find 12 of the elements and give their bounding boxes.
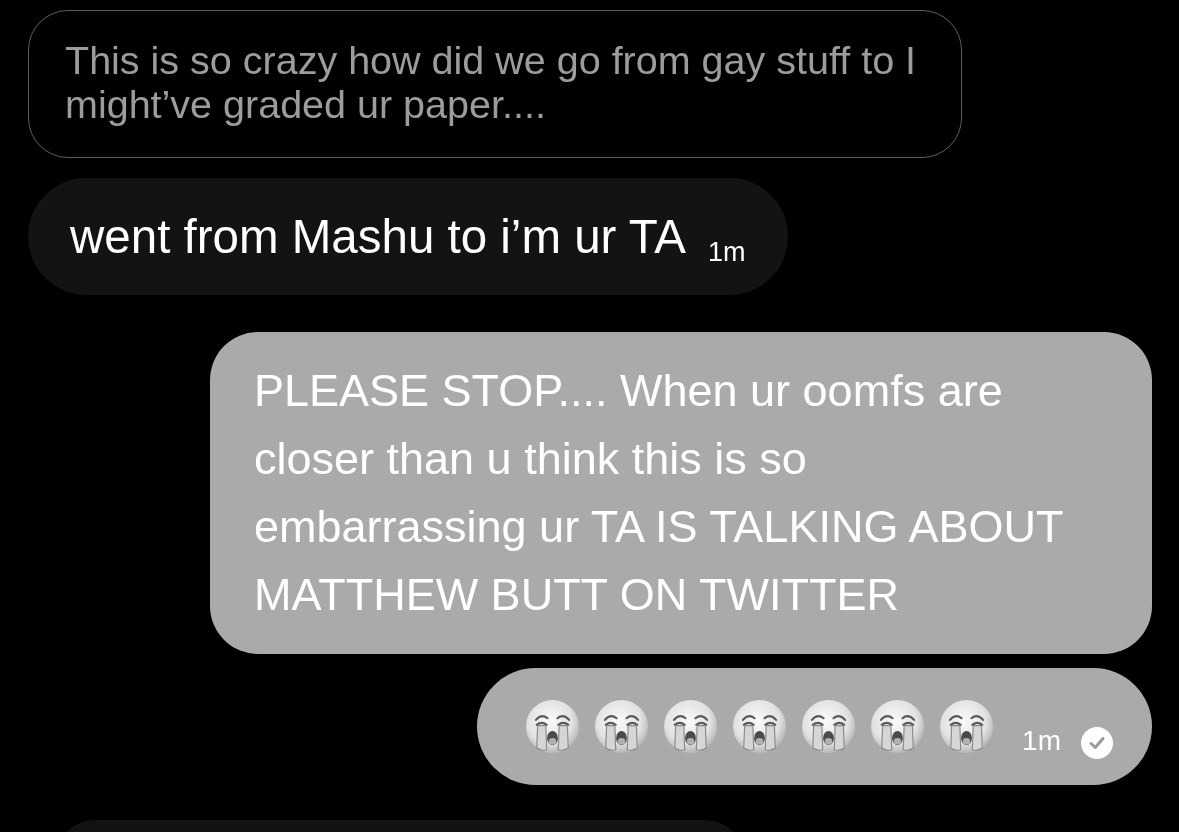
message-text: This is so crazy how did we go from gay stuff to I might’ve graded ur paper.... xyxy=(65,38,918,126)
crying-face-icon xyxy=(871,700,925,753)
crying-face-icon xyxy=(526,700,580,753)
crying-face-icon xyxy=(733,700,787,753)
timestamp: 1m xyxy=(1022,723,1061,756)
message-text: PLEASE STOP.... When ur oomfs are closer than u think this is so embarrassing ur TA IS TALKING ABOUT MATTHEW BUTT ON TWITTER xyxy=(254,364,1064,622)
message-text: went from Mashu to i’m ur TA xyxy=(70,209,686,264)
crying-face-icon xyxy=(664,700,718,753)
crying-face-icon xyxy=(802,700,856,753)
crying-face-icon xyxy=(595,700,649,753)
timestamp: 1m xyxy=(707,235,746,267)
crying-face-icon xyxy=(940,700,994,753)
